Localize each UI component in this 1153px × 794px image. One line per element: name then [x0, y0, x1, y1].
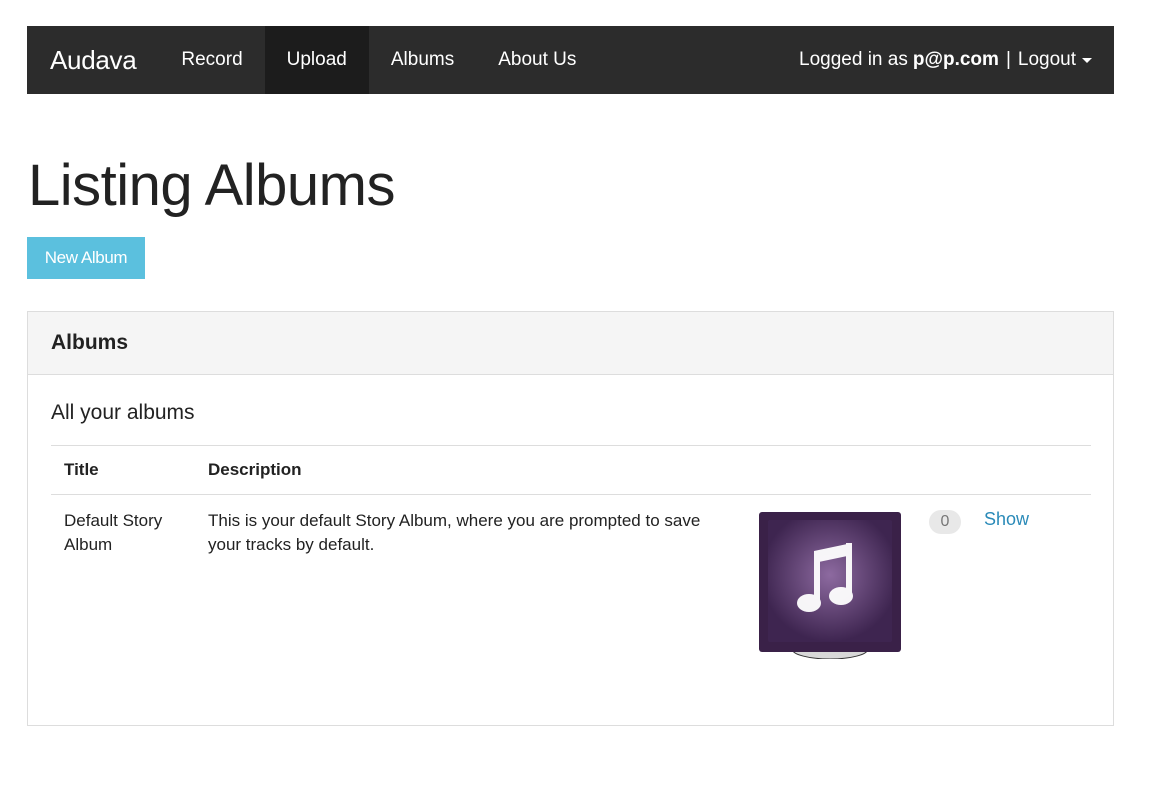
column-header-title: Title: [64, 460, 99, 479]
nav-item-upload[interactable]: Upload: [264, 26, 369, 94]
table-row: Default Story Album This is your default…: [51, 495, 1091, 695]
nav-separator: |: [1005, 49, 1011, 70]
column-header-description: Description: [208, 460, 302, 479]
nav-item-albums[interactable]: Albums: [369, 26, 476, 94]
top-navbar: Audava Record Upload Albums About Us Log…: [27, 26, 1114, 94]
panel-subtitle: All your albums: [51, 401, 195, 424]
albums-table: Title Description Default Story Album Th…: [51, 445, 1091, 695]
brand-logo[interactable]: Audava: [27, 26, 159, 94]
panel-heading: Albums: [28, 312, 1113, 375]
user-status: Logged in as p@p.com | Logout: [799, 26, 1114, 94]
new-album-button[interactable]: New Album: [27, 237, 145, 279]
album-art-image: [759, 512, 901, 659]
track-count-badge: 0: [929, 510, 961, 534]
show-album-link[interactable]: Show: [984, 509, 1029, 530]
nav-item-about-us[interactable]: About Us: [476, 26, 598, 94]
albums-panel: Albums All your albums Title Description…: [27, 311, 1114, 726]
album-title: Default Story Album: [64, 511, 163, 554]
table-header: Title Description: [51, 445, 1091, 495]
page-title: Listing Albums: [28, 153, 395, 218]
nav-item-record[interactable]: Record: [159, 26, 264, 94]
caret-down-icon[interactable]: [1082, 57, 1092, 63]
logout-label[interactable]: Logout: [1018, 49, 1076, 71]
logout-dropdown[interactable]: Logout: [1018, 49, 1092, 71]
logged-in-label: Logged in as: [799, 49, 908, 70]
album-description: This is your default Story Album, where …: [208, 511, 701, 554]
user-email: p@p.com: [912, 49, 999, 70]
